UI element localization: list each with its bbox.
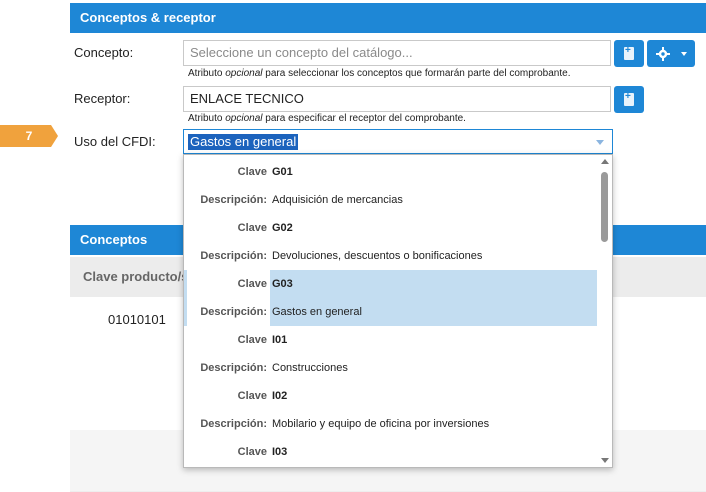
add-concepto-button[interactable]	[614, 40, 644, 67]
dropdown-options-list: Clave G01 Descripción: Adquisición de merca…	[184, 158, 598, 466]
dropdown-option-line: Descripción: Adquisición de mercancias	[184, 186, 598, 214]
add-document-icon	[624, 45, 634, 60]
add-document-icon	[624, 91, 634, 106]
dropdown-option-line: Descripción: Gastos en general	[184, 298, 598, 326]
settings-dropdown-button[interactable]	[647, 40, 695, 67]
clave-label: Clave	[237, 334, 267, 346]
dropdown-option-line: Clave I03	[184, 438, 598, 466]
clave-label: Clave	[237, 222, 267, 234]
hint-text: para seleccionar los conceptos que forma…	[262, 68, 571, 79]
clave-value: I03	[272, 446, 288, 458]
receptor-label: Receptor:	[74, 91, 131, 106]
dropdown-option-line: Clave G02	[184, 214, 598, 242]
dropdown-option-i01[interactable]: Clave I01 Descripción: Construcciones	[184, 326, 598, 382]
dropdown-option-g03[interactable]: Clave G03 Descripción: Gastos en general	[184, 270, 598, 326]
clave-label: Clave	[237, 390, 267, 402]
gear-icon	[656, 47, 670, 61]
dropdown-option-line: Descripción: Construcciones	[184, 354, 598, 382]
dropdown-option-g02[interactable]: Clave G02 Descripción: Devoluciones, descue…	[184, 214, 598, 270]
clave-label: Clave	[237, 166, 267, 178]
chevron-down-icon	[596, 140, 604, 145]
clave-value: G03	[272, 278, 293, 290]
clave-label: Clave	[237, 278, 267, 290]
dropdown-option-line: Descripción: Mobilario y equipo de oficin…	[184, 410, 598, 438]
caret-down-icon	[681, 52, 687, 56]
clave-value: G02	[272, 222, 293, 234]
descripcion-label: Descripción:	[200, 418, 267, 430]
section-header-conceptos-receptor: Conceptos & receptor	[70, 3, 706, 33]
clave-value: G01	[272, 166, 293, 178]
descripcion-label: Descripción:	[200, 306, 267, 318]
dropdown-option-i02[interactable]: Clave I02 Descripción: Mobilario y equipo d…	[184, 382, 598, 438]
scroll-up-icon[interactable]	[601, 159, 609, 164]
dropdown-option-line: Clave I01	[184, 326, 598, 354]
step-badge: 7	[0, 125, 58, 147]
dropdown-option-g01[interactable]: Clave G01 Descripción: Adquisición de merca…	[184, 158, 598, 214]
highlight-background	[270, 270, 598, 298]
hint-text: Atributo	[188, 113, 226, 124]
add-receptor-button[interactable]	[614, 86, 644, 113]
uso-cfdi-label: Uso del CFDI:	[74, 134, 156, 149]
concepto-select[interactable]: Seleccione un concepto del catálogo...	[183, 40, 611, 66]
dropdown-option-line: Clave G03	[184, 270, 598, 298]
dropdown-option-line: Clave I02	[184, 382, 598, 410]
concepto-hint: Atributo opcional para seleccionar los c…	[188, 68, 570, 79]
clave-label: Clave	[237, 446, 267, 458]
scroll-thumb[interactable]	[601, 172, 608, 242]
dropdown-option-line: Clave G01	[184, 158, 598, 186]
dropdown-option-i03[interactable]: Clave I03	[184, 438, 598, 466]
descripcion-value: Adquisición de mercancias	[272, 194, 403, 206]
descripcion-label: Descripción:	[200, 362, 267, 374]
clave-value: I01	[272, 334, 288, 346]
receptor-field[interactable]: ENLACE TECNICO	[183, 86, 611, 112]
descripcion-value: Devoluciones, descuentos o bonificacione…	[272, 250, 483, 262]
descripcion-label: Descripción:	[200, 194, 267, 206]
dropdown-scrollbar[interactable]	[597, 155, 612, 467]
hint-text: Atributo	[188, 68, 226, 79]
descripcion-label: Descripción:	[200, 250, 267, 262]
descripcion-value: Construcciones	[272, 362, 348, 374]
descripcion-value: Mobilario y equipo de oficina por invers…	[272, 418, 490, 430]
dropdown-option-line: Descripción: Devoluciones, descuentos o b…	[184, 242, 598, 270]
uso-cfdi-dropdown[interactable]: Clave G01 Descripción: Adquisición de merca…	[183, 154, 613, 468]
uso-cfdi-selected-value: Gastos en general	[188, 134, 299, 150]
table-cell-clave[interactable]: 01010101	[108, 312, 166, 327]
concepto-label: Concepto:	[74, 45, 134, 60]
scroll-down-icon[interactable]	[601, 458, 609, 463]
uso-cfdi-select[interactable]: Gastos en general	[183, 129, 613, 154]
clave-value: I02	[272, 390, 288, 402]
descripcion-value: Gastos en general	[272, 306, 362, 318]
receptor-hint: Atributo opcional para especificar el re…	[188, 113, 466, 124]
hint-text: para especificar el receptor del comprob…	[262, 113, 466, 124]
hint-emphasis: opcional	[225, 68, 263, 79]
hint-emphasis: opcional	[225, 113, 263, 124]
column-header-clave-producto: Clave producto/s	[83, 269, 189, 284]
